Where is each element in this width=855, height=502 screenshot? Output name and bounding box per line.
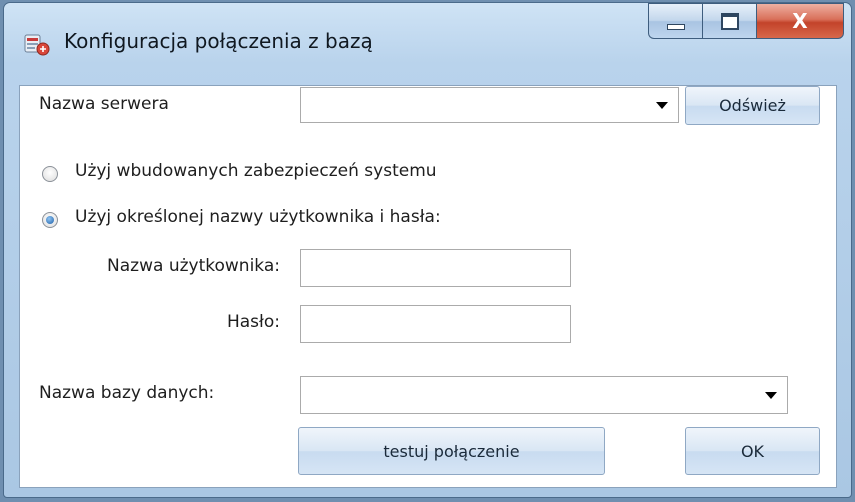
database-name-label: Nazwa bazy danych: [39,383,215,403]
password-input[interactable] [300,305,571,343]
maximize-icon [720,12,739,30]
database-connection-icon [24,31,50,57]
minimize-icon [666,24,685,30]
close-icon: X [792,9,808,33]
radio-user-credentials-label[interactable]: Użyj określonej nazwy użytkownika i hasł… [75,207,441,227]
ok-button[interactable]: OK [685,427,820,475]
server-name-combobox[interactable] [300,87,679,123]
chevron-down-icon[interactable] [765,392,777,399]
chevron-down-icon[interactable] [656,102,668,109]
radio-integrated-security[interactable] [42,166,58,182]
dialog-content: Nazwa serwera Odśwież Użyj wbudowanych z… [19,85,837,488]
radio-integrated-security-label[interactable]: Użyj wbudowanych zabezpieczeń systemu [75,161,437,181]
database-name-combobox[interactable] [300,376,788,414]
username-input[interactable] [300,249,571,287]
refresh-button[interactable]: Odśwież [685,86,820,125]
password-label: Hasło: [226,312,280,332]
minimize-button[interactable] [648,3,702,39]
username-label: Nazwa użytkownika: [107,256,280,276]
caption-buttons: X [648,3,844,41]
test-connection-button[interactable]: testuj połączenie [298,427,605,475]
title-bar[interactable]: Konfiguracja połączenia z bazą X [4,3,851,85]
dialog-window: Konfiguracja połączenia z bazą X Nazwa s… [3,2,852,498]
server-name-label: Nazwa serwera [39,94,169,114]
window-title: Konfiguracja połączenia z bazą [64,29,373,53]
radio-user-credentials[interactable] [42,212,58,228]
maximize-button[interactable] [702,3,756,39]
close-button[interactable]: X [756,3,844,39]
